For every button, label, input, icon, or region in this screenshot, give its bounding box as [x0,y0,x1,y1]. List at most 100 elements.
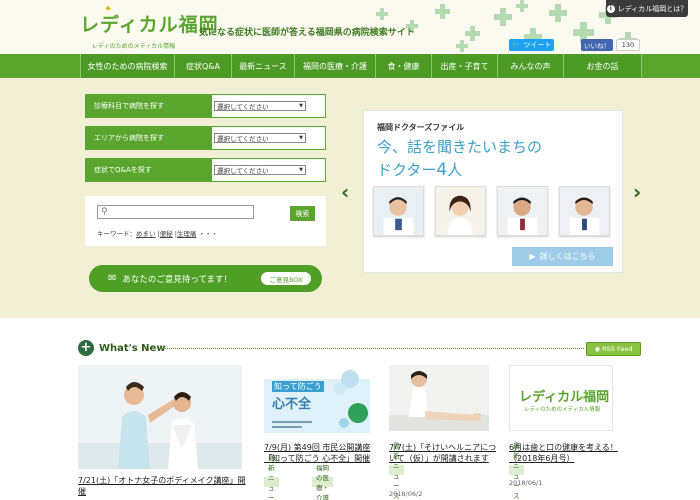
keyword-link[interactable]: 生理痛 [177,230,197,238]
twitter-bird-icon: 🐦 [511,41,521,49]
doctor-photo[interactable] [559,186,610,236]
details-button[interactable]: ▶ 詳しくはこちら [512,247,613,266]
thumbnail-logo-text: レディカル福岡 [519,390,610,405]
title-suffix: 人 [447,161,463,179]
logo-subtitle: レディのためのメディカル情報 [92,43,176,50]
site-tagline: 気になる症状に医師が答える福岡県の病院検索サイト [199,28,415,38]
nav-item-birth-childcare[interactable]: 出産・子育て [431,54,497,78]
rss-feed-button[interactable]: ◉ RSS Feed [586,342,641,356]
select-wrapper: 選択してください ▼ [212,95,325,117]
news-date: 2018/06/2 [389,490,423,498]
doctor-portrait-1 [374,187,423,235]
star-icon: ✦ [104,4,113,15]
select-value: 選択してください [217,135,269,143]
news-tag[interactable]: 最新ニュース [264,454,279,500]
nav-item-money[interactable]: お金の話 [563,54,642,78]
doctor-photo[interactable] [497,186,548,236]
keyword-prefix: キーワード： [97,230,136,238]
tweet-label: ツイート [523,41,552,49]
nav-item-qa[interactable]: 症状Q&A [174,54,231,78]
details-label: 詳しくはこちら [539,252,596,261]
lecture-image-line2: 心不全 [272,397,312,412]
select-wrapper: 選択してください ▼ [212,127,325,149]
about-label: レディカル福岡とは？ [617,4,688,13]
doctor-portrait-2 [436,187,485,235]
doctor-photo[interactable] [435,186,486,236]
rss-icon: ◉ [594,345,601,353]
opinion-box-button[interactable]: ✉ あなたのご意見待ってます！ ご意見BOX [89,265,322,292]
site-logo[interactable]: レディカル福岡 [80,10,219,37]
news-thumbnail [78,365,242,469]
keyword-link[interactable]: 便秘 [160,230,173,238]
keyword-search-box: ⚲ 検索 キーワード：めまい |便秘 |生理痛 ・・・ [85,196,326,246]
rss-label: RSS Feed [602,345,633,353]
keyword-links: キーワード：めまい |便秘 |生理痛 ・・・ [97,230,218,238]
area-select[interactable]: 選択してください ▼ [214,133,306,143]
doctor-photo[interactable] [373,186,424,236]
symptom-select[interactable]: 選択してください ▼ [214,165,306,175]
details-arrow-icon: ▶ [529,252,536,261]
about-link[interactable]: i レディカル福岡とは？ [606,0,688,17]
keyword-input[interactable]: ⚲ [97,205,254,219]
news-title[interactable]: 7/9(月) 第49回 市民公開講座「知って防ごう 心不全」開催 [264,442,379,464]
envelope-icon: ✉ [108,273,117,284]
news-thumbnail [389,365,489,431]
dropdown-arrow-icon: ▼ [299,103,303,109]
search-row-symptom: 症状でQ&Aを探す 選択してください ▼ [85,158,326,182]
logo-text: レディカル福岡 [80,14,219,36]
like-label: いいね！ [584,42,610,50]
facebook-like-count: 130 [616,39,640,51]
tweet-button[interactable]: 🐦 ツイート [509,39,554,51]
lecture-image-line1: 知って防ごう [272,381,324,392]
search-row-area: エリアから病院を探す 選択してください ▼ [85,126,326,150]
department-select[interactable]: 選択してください ▼ [214,101,306,111]
dropdown-arrow-icon: ▼ [299,135,303,141]
doctors-file-title-line2: ドクター4人 [377,159,462,180]
select-value: 選択してください [217,103,269,111]
news-title[interactable]: 7/7(土)「そけいヘルニアについて（仮）」が開講されます [389,442,501,464]
thumbnail-logo-subtitle: レディのためのメディカル情報 [524,407,601,413]
search-button[interactable]: 検索 [290,206,315,221]
heading-divider [162,348,584,349]
doctors-file-card[interactable]: 福岡ドクターズファイル 今、話を聞きたいまちの ドクター4人 ▶ 詳しくはこちら [363,110,623,273]
search-row-label: 診療科目で病院を探す [94,102,164,110]
select-value: 選択してください [217,167,269,175]
opinion-label: あなたのご意見待ってます！ [122,274,233,285]
select-wrapper: 選択してください ▼ [212,159,325,181]
nav-item-hospital-search[interactable]: 女性のための病院検索 [80,54,174,78]
news-tag[interactable]: 最新ニュース [509,442,524,500]
nav-item-news[interactable]: 最新ニュース [231,54,294,78]
women-exercise-image [78,365,242,469]
news-date: 2018/06/1 [509,479,543,487]
keyword-link[interactable]: めまい [136,230,156,238]
carousel-next-arrow-icon[interactable]: › [633,180,641,204]
info-icon: i [606,4,615,13]
doctors-file-kicker: 福岡ドクターズファイル [377,123,465,132]
facebook-like-button[interactable]: いいね！ [581,39,613,51]
site-header: レディカル福岡 ✦ レディのためのメディカル情報 気になる症状に医師が答える福岡… [0,0,700,54]
news-tag[interactable]: 福岡の医療・介護 [312,464,333,500]
plus-icon: + [78,340,94,356]
news-tag[interactable]: 最新ニュース [389,442,404,500]
keyword-more: ・・・ [198,230,218,238]
news-thumbnail: 知って防ごう 心不全 [264,365,370,433]
search-icon: ⚲ [101,207,108,217]
nav-items: 女性のための病院検索 症状Q&A 最新ニュース 福岡の医療・介護 食・健康 出産… [80,54,642,78]
carousel-prev-arrow-icon[interactable]: ‹ [341,180,349,204]
search-row-label: エリアから病院を探す [94,134,164,142]
doctors-file-title-line1: 今、話を聞きたいまちの [377,138,543,156]
doctor-portrait-4 [560,187,609,235]
nav-item-food-health[interactable]: 食・健康 [375,54,431,78]
whats-new-heading: + What's New [78,340,166,356]
main-nav: 女性のための病院検索 症状Q&A 最新ニュース 福岡の医療・介護 食・健康 出産… [0,54,700,78]
search-row-label: 症状でQ&Aを探す [94,166,152,174]
search-row-department: 診療科目で病院を探す 選択してください ▼ [85,94,326,118]
news-title[interactable]: 6月は歯と口の健康を考える！（2018年6月号） [509,442,627,464]
news-title[interactable]: 7/21(土)「オトナ女子のボディメイク講座」開催 [78,475,246,497]
nav-item-voices[interactable]: みんなの声 [497,54,563,78]
nav-item-medical-care[interactable]: 福岡の医療・介護 [294,54,375,78]
doctor-portrait-3 [498,187,547,235]
whats-new-title: What's New [99,342,166,354]
woman-sitting-image [389,365,489,431]
title-prefix: ドクター [377,161,437,179]
